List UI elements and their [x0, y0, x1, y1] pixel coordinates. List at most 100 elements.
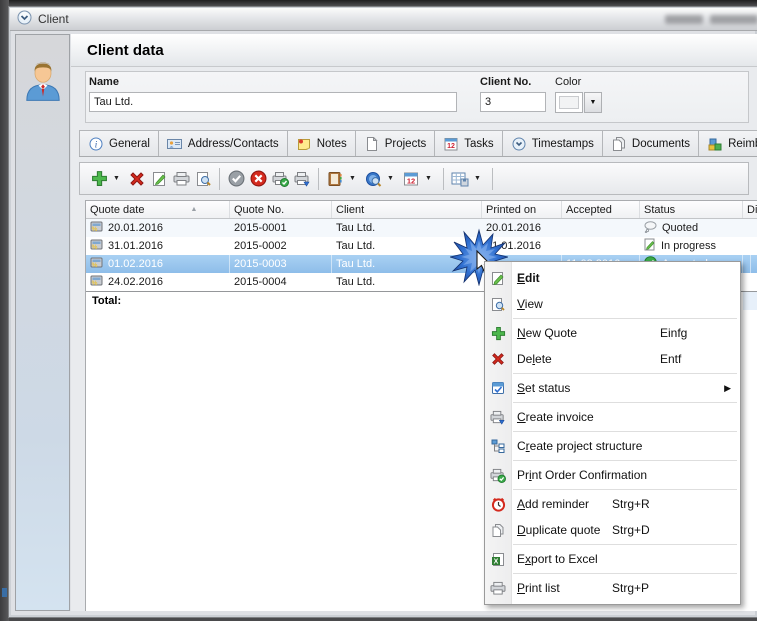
menu-item-delete[interactable]: Delete Entf	[485, 346, 740, 372]
set-status-icon	[490, 380, 506, 396]
cubes-icon	[707, 136, 723, 152]
menu-item-print-list[interactable]: Print list Strg+P	[485, 575, 740, 601]
quoted-status-icon	[644, 221, 657, 236]
tab-label: Documents	[632, 138, 690, 150]
page-title: Client data	[71, 34, 757, 67]
tab-reimbursable-expenses[interactable]: Reimbursable expenses	[698, 130, 757, 156]
col-client[interactable]: Client	[332, 201, 482, 218]
menu-item-create-project-structure[interactable]: Create project structure	[485, 433, 740, 459]
address-book-dropdown-icon[interactable]: ▼	[346, 167, 359, 191]
tab-address-contacts[interactable]: Address/Contacts	[158, 130, 288, 156]
col-accepted[interactable]: Accepted	[562, 201, 640, 218]
documents-icon	[611, 136, 627, 152]
menu-item-set-status[interactable]: Set status ▶	[485, 375, 740, 401]
print-button[interactable]	[170, 167, 192, 191]
redacted-text	[665, 15, 703, 24]
name-field[interactable]	[89, 92, 457, 112]
tab-documents[interactable]: Documents	[602, 130, 699, 156]
quote-icon: %	[90, 238, 103, 254]
new-quote-dropdown-icon[interactable]: ▼	[110, 167, 123, 191]
search-device-button[interactable]	[362, 167, 384, 191]
calendar-button[interactable]: 12	[400, 167, 422, 191]
grid-export-button[interactable]	[449, 167, 471, 191]
menu-item-create-invoice[interactable]: Create invoice	[485, 404, 740, 430]
tab-label: Timestamps	[532, 138, 594, 150]
svg-text:%: %	[92, 226, 98, 233]
print-confirmation-button[interactable]	[269, 167, 291, 191]
table-row[interactable]: %20.01.2016 2015-0001 Tau Ltd. 20.01.201…	[86, 219, 757, 237]
delete-button[interactable]	[126, 167, 148, 191]
set-accepted-button[interactable]	[225, 167, 247, 191]
total-label: Total:	[92, 295, 121, 307]
client-no-label: Client No.	[480, 76, 546, 88]
color-label: Color	[555, 76, 602, 88]
context-menu: Edit View New Quote Einfg Delete Entf Se…	[484, 261, 741, 605]
toolbar-separator	[492, 168, 493, 190]
edit-button[interactable]	[148, 167, 170, 191]
col-disc[interactable]: Disc	[743, 201, 757, 218]
svg-text:%: %	[92, 244, 98, 251]
tab-notes[interactable]: Notes	[287, 130, 356, 156]
tab-projects[interactable]: Projects	[355, 130, 436, 156]
set-cancelled-button[interactable]	[247, 167, 269, 191]
document-icon	[364, 136, 380, 152]
color-dropdown[interactable]: ▼	[555, 92, 602, 113]
color-dropdown-arrow-icon[interactable]: ▼	[584, 92, 602, 113]
delete-icon	[490, 351, 506, 367]
new-quote-button[interactable]	[88, 167, 110, 191]
tab-label: Tasks	[464, 138, 493, 150]
tab-label: Notes	[317, 138, 347, 150]
toolbar: ▼	[79, 162, 749, 195]
calendar-12-icon: 12	[443, 136, 459, 152]
view-icon	[490, 296, 506, 312]
duplicate-icon	[490, 522, 506, 538]
contact-card-icon	[167, 136, 183, 152]
shortcut: Entf	[660, 352, 681, 366]
address-book-button[interactable]	[324, 167, 346, 191]
preview-button[interactable]	[192, 167, 214, 191]
table-header[interactable]: Quote date▲ Quote No. Client Printed on …	[86, 201, 757, 219]
redacted-text	[710, 15, 757, 24]
edit-icon	[490, 270, 506, 286]
tab-timestamps[interactable]: Timestamps	[502, 130, 603, 156]
tab-label: Projects	[385, 138, 427, 150]
menu-separator	[513, 318, 737, 319]
tab-tasks[interactable]: 12 Tasks	[434, 130, 502, 156]
menu-item-duplicate-quote[interactable]: Duplicate quote Strg+D	[485, 517, 740, 543]
client-avatar-icon	[22, 59, 64, 610]
toolbar-separator	[443, 168, 444, 190]
col-printed-on[interactable]: Printed on	[482, 201, 562, 218]
titlebar[interactable]: Client	[10, 8, 757, 31]
quote-icon: %	[90, 220, 103, 236]
menu-item-print-order-confirmation[interactable]: Print Order Confirmation	[485, 462, 740, 488]
col-quote-no[interactable]: Quote No.	[230, 201, 332, 218]
menu-separator	[513, 373, 737, 374]
create-invoice-button[interactable]	[291, 167, 313, 191]
info-icon: i	[88, 136, 104, 152]
calendar-dropdown-icon[interactable]: ▼	[422, 167, 435, 191]
search-device-dropdown-icon[interactable]: ▼	[384, 167, 397, 191]
col-status[interactable]: Status	[640, 201, 743, 218]
print-list-icon	[490, 580, 506, 596]
shortcut: Strg+P	[612, 581, 649, 595]
sidebar	[15, 34, 70, 611]
note-icon	[296, 136, 312, 152]
reminder-icon	[490, 496, 506, 512]
new-quote-icon	[490, 325, 506, 341]
menu-item-view[interactable]: View	[485, 291, 740, 317]
table-row[interactable]: %31.01.2016 2015-0002 Tau Ltd. 31.01.201…	[86, 237, 757, 255]
col-quote-date[interactable]: Quote date▲	[86, 201, 230, 218]
chevron-circle-icon[interactable]	[17, 10, 32, 28]
grid-export-dropdown-icon[interactable]: ▼	[471, 167, 484, 191]
name-label: Name	[89, 76, 457, 88]
menu-item-edit[interactable]: Edit	[485, 265, 740, 291]
tab-label: Address/Contacts	[188, 138, 279, 150]
menu-item-export-to-excel[interactable]: X Export to Excel	[485, 546, 740, 572]
shortcut: Strg+D	[612, 523, 650, 537]
submenu-arrow-icon: ▶	[724, 383, 731, 394]
tab-general[interactable]: i General	[79, 130, 159, 156]
menu-separator	[513, 402, 737, 403]
client-no-field[interactable]	[480, 92, 546, 112]
menu-item-new-quote[interactable]: New Quote Einfg	[485, 320, 740, 346]
menu-item-add-reminder[interactable]: Add reminder Strg+R	[485, 491, 740, 517]
